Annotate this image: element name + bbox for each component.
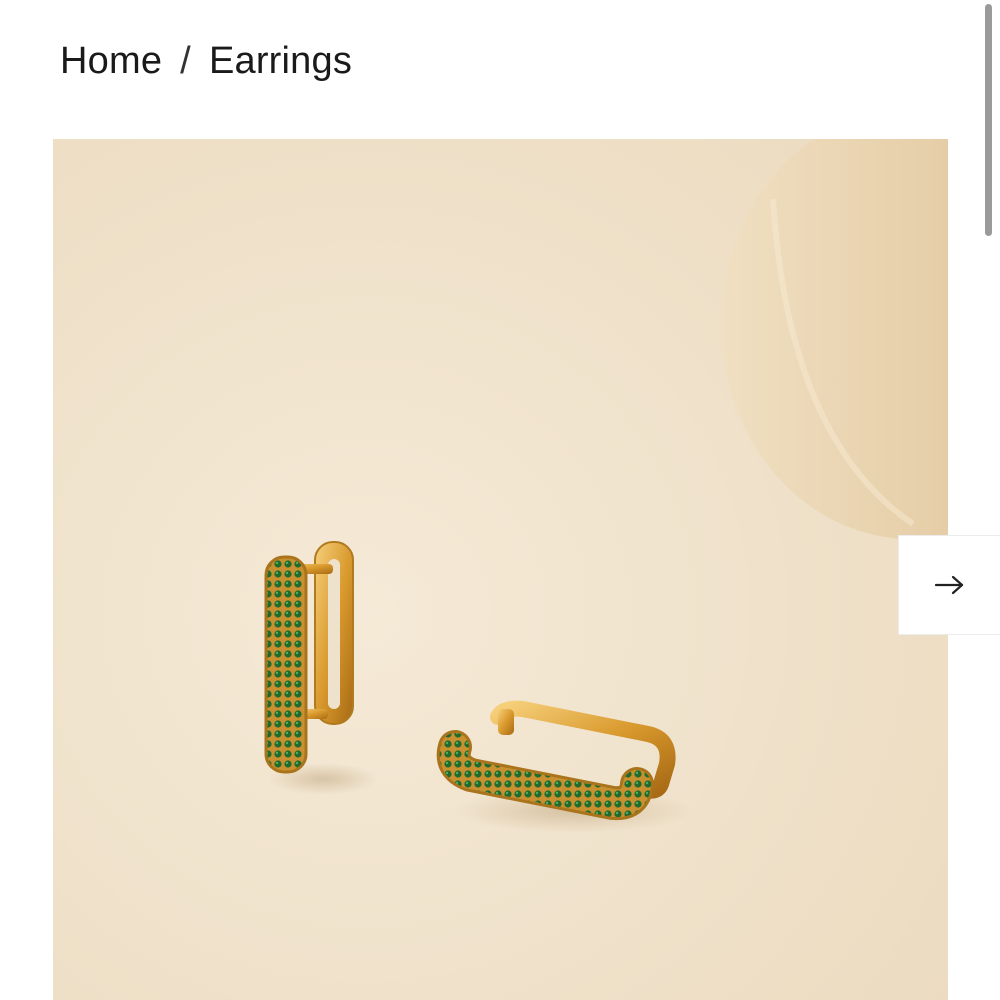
product-image-gallery[interactable] xyxy=(53,139,948,1000)
page-scrollbar-thumb[interactable] xyxy=(985,4,992,236)
breadcrumb-separator: / xyxy=(180,39,191,82)
breadcrumb: Home / Earrings xyxy=(60,36,352,86)
breadcrumb-home-link[interactable]: Home xyxy=(60,40,162,83)
breadcrumb-current: Earrings xyxy=(208,39,353,82)
product-page: Home / Earrings xyxy=(0,0,1000,1000)
product-image xyxy=(53,139,948,1000)
arrow-right-icon xyxy=(934,573,966,597)
